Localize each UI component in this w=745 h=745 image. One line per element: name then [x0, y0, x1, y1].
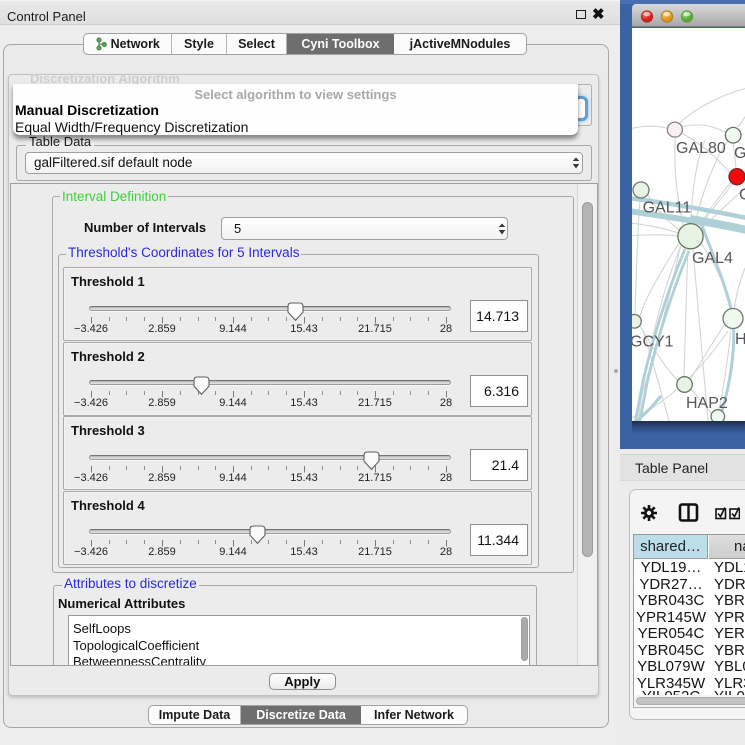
svg-text:H: H: [735, 331, 745, 348]
svg-text:C: C: [739, 187, 745, 204]
svg-text:GAL80: GAL80: [676, 140, 726, 157]
svg-text:GAL4: GAL4: [692, 250, 733, 267]
svg-text:GCY1: GCY1: [632, 334, 674, 351]
svg-text:GA: GA: [734, 145, 745, 162]
svg-text:HAP2: HAP2: [686, 395, 728, 412]
svg-text:GAL11: GAL11: [643, 200, 692, 217]
